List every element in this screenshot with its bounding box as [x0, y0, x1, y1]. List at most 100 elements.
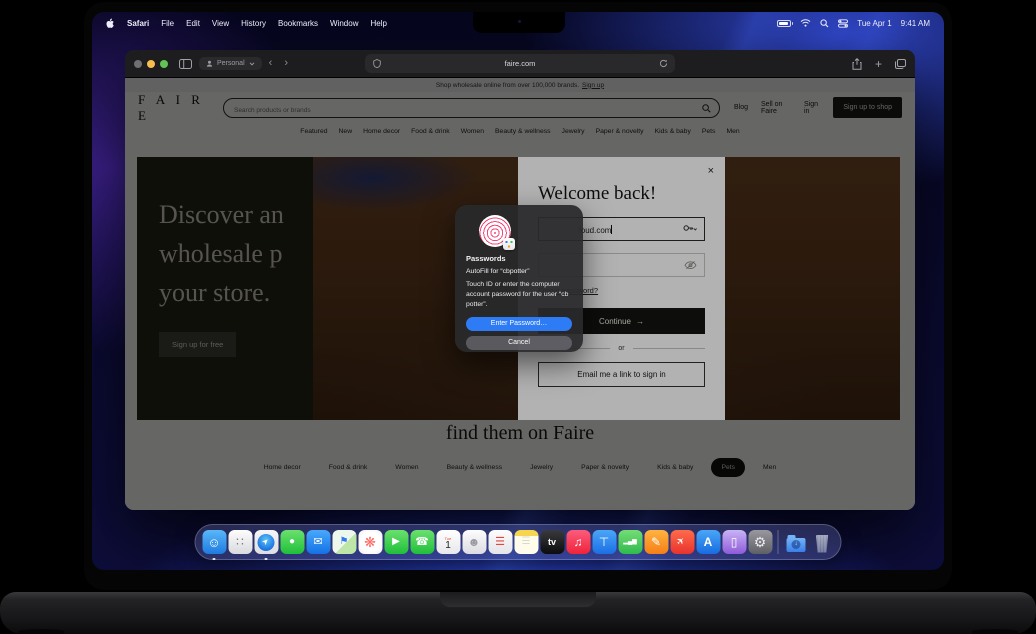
pages-glyph: ✎ — [651, 536, 661, 548]
search-spotlight-icon[interactable] — [820, 19, 829, 28]
facetime-glyph: ▶ — [392, 537, 400, 547]
dock-maps-icon[interactable]: ⚑ — [332, 530, 357, 554]
dock-apple-tv-icon[interactable]: tv — [540, 530, 565, 554]
pages-tile: ✎ — [644, 530, 668, 554]
photos-glyph: ❋ — [364, 535, 376, 549]
apple-menu-icon[interactable] — [106, 18, 115, 29]
keynote-tile: ⊤ — [592, 530, 616, 554]
zoom-window-button[interactable] — [160, 60, 168, 68]
numbers-tile: ▂▄▆ — [618, 530, 642, 554]
trash-tile — [810, 530, 834, 554]
phone-tile: ☎ — [410, 530, 434, 554]
address-bar[interactable]: faire.com — [365, 54, 675, 73]
display-notch — [473, 12, 565, 33]
facetime-tile: ▶ — [384, 530, 408, 554]
laptop-foot-right — [972, 629, 1018, 634]
menu-safari[interactable]: Safari — [127, 19, 149, 28]
profile-label: Personal — [217, 60, 245, 67]
toolbar-right: + — [852, 58, 906, 70]
dock-trash-icon[interactable] — [810, 530, 835, 554]
dock-keynote-icon[interactable]: ⊤ — [592, 530, 617, 554]
rocket-app-glyph: ✈ — [675, 535, 688, 548]
launchpad-tile: ∷ — [228, 530, 252, 554]
running-indicator-dot — [213, 558, 216, 561]
dock-system-settings-icon[interactable]: ⚙ — [748, 530, 773, 554]
reload-icon[interactable] — [659, 59, 668, 68]
tab-overview-icon[interactable] — [895, 59, 906, 69]
launchpad-glyph: ∷ — [236, 536, 244, 548]
control-center-icon[interactable] — [838, 19, 848, 28]
dialog-app-name: Passwords — [466, 254, 572, 263]
menu-bar-time[interactable]: 9:41 AM — [901, 19, 930, 28]
finder-glyph: ☺ — [207, 536, 220, 549]
dock-calendar-icon[interactable]: Tue1 — [436, 530, 461, 554]
finder-tile: ☺ — [202, 530, 226, 554]
new-tab-button[interactable]: + — [875, 58, 882, 70]
menu-bar-date[interactable]: Tue Apr 1 — [857, 19, 891, 28]
dock-phone-icon[interactable]: ☎ — [410, 530, 435, 554]
dock-music-icon[interactable]: ♫ — [566, 530, 591, 554]
dock-photos-icon[interactable]: ❋ — [358, 530, 383, 554]
dock-app-store-icon[interactable]: A — [696, 530, 721, 554]
menu-view[interactable]: View — [212, 19, 229, 28]
dock-facetime-icon[interactable]: ▶ — [384, 530, 409, 554]
wifi-icon[interactable] — [800, 19, 811, 27]
person-icon — [206, 60, 213, 67]
calendar-tile: Tue1 — [436, 530, 460, 554]
contacts-glyph: ☻ — [468, 536, 481, 548]
dock-separator — [778, 530, 779, 554]
dialog-body-text: Touch ID or enter the computer account p… — [466, 280, 572, 310]
sidebar-toggle-icon[interactable] — [179, 59, 192, 69]
iphone-mirroring-glyph: ▯ — [731, 536, 738, 548]
menu-file[interactable]: File — [161, 19, 174, 28]
close-window-button[interactable] — [134, 60, 142, 68]
menu-window[interactable]: Window — [330, 19, 358, 28]
menu-edit[interactable]: Edit — [186, 19, 200, 28]
menu-bookmarks[interactable]: Bookmarks — [278, 19, 318, 28]
dock-numbers-icon[interactable]: ▂▄▆ — [618, 530, 643, 554]
phone-glyph: ☎ — [415, 537, 429, 548]
dock-pages-icon[interactable]: ✎ — [644, 530, 669, 554]
dock-safari-icon[interactable]: ➤ — [254, 530, 279, 554]
dock-downloads-folder-icon[interactable] — [784, 530, 809, 554]
apple-tv-glyph: tv — [548, 538, 556, 547]
photos-tile: ❋ — [358, 530, 382, 554]
dock-finder-icon[interactable]: ☺ — [202, 530, 227, 554]
reminders-glyph: ☰ — [495, 537, 505, 548]
dock-launchpad-icon[interactable]: ∷ — [228, 530, 253, 554]
dock-reminders-icon[interactable]: ☰ — [488, 530, 513, 554]
url-text: faire.com — [505, 59, 536, 68]
safari-window: Personal ‹ › faire.com + — [125, 50, 915, 510]
dock-iphone-mirroring-icon[interactable]: ▯ — [722, 530, 747, 554]
keynote-glyph: ⊤ — [599, 536, 609, 548]
forward-button[interactable]: › — [284, 58, 288, 69]
safari-glyph: ➤ — [261, 537, 271, 547]
share-icon[interactable] — [852, 58, 862, 70]
faire-page: Shop wholesale online from over 100,000 … — [125, 78, 915, 510]
history-nav: ‹ › — [269, 58, 288, 69]
trash-bin-shape — [815, 535, 829, 553]
back-button[interactable]: ‹ — [269, 58, 273, 69]
profile-switcher[interactable]: Personal — [199, 57, 262, 70]
dock-mail-icon[interactable]: ✉ — [306, 530, 331, 554]
laptop-foot-left — [18, 629, 64, 634]
cancel-button[interactable]: Cancel — [466, 336, 572, 350]
menu-help[interactable]: Help — [370, 19, 386, 28]
dock-notes-icon[interactable]: ☰ — [514, 530, 539, 554]
enter-password-button[interactable]: Enter Password… — [466, 317, 572, 331]
battery-icon[interactable] — [777, 20, 791, 27]
mail-glyph: ✉ — [313, 537, 322, 548]
page-settings-icon[interactable] — [373, 59, 381, 68]
music-tile: ♫ — [566, 530, 590, 554]
dock-messages-icon[interactable]: ● — [280, 530, 305, 554]
passwords-app-badge-icon — [503, 238, 515, 250]
dock-rocket-app-icon[interactable]: ✈ — [670, 530, 695, 554]
apple-tv-tile: tv — [540, 530, 564, 554]
iphone-mirroring-tile: ▯ — [722, 530, 746, 554]
menu-history[interactable]: History — [241, 19, 266, 28]
minimize-window-button[interactable] — [147, 60, 155, 68]
dock-contacts-icon[interactable]: ☻ — [462, 530, 487, 554]
music-glyph: ♫ — [574, 536, 583, 548]
numbers-glyph: ▂▄▆ — [623, 539, 636, 545]
calendar-face: Tue1 — [445, 534, 452, 551]
